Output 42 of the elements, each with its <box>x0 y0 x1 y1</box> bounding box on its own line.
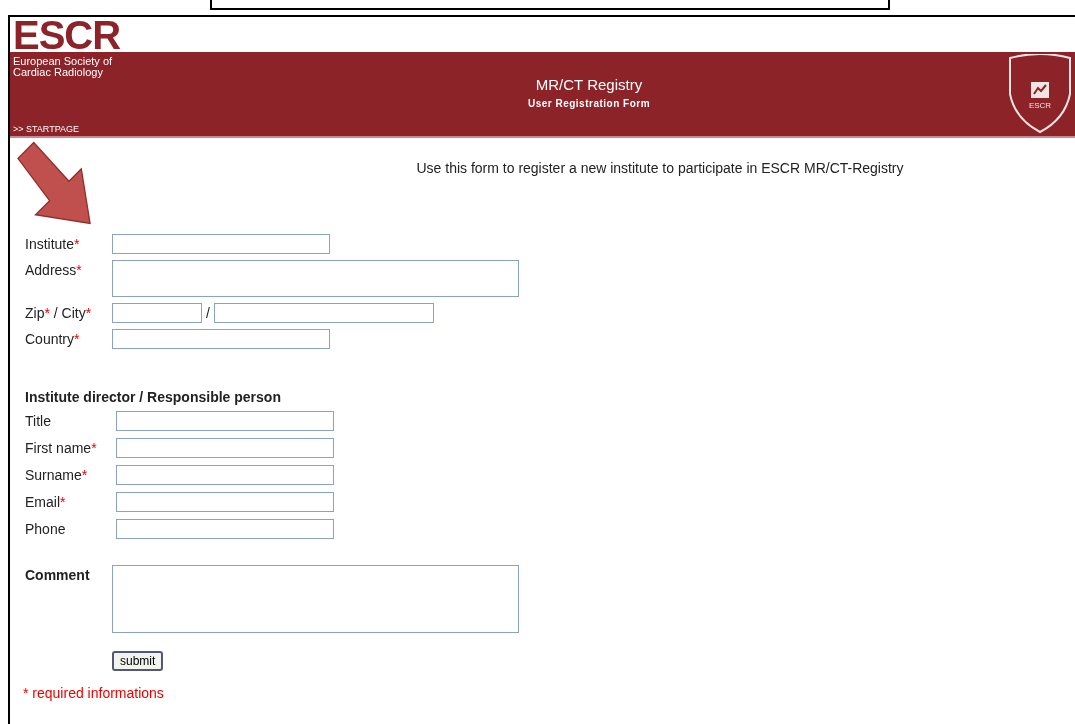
intro-text: Use this form to register a new institute to participate in ESCR MR/CT-Registry <box>415 160 905 176</box>
section-heading: Institute director / Responsible person <box>25 389 282 405</box>
required-asterisk: * <box>81 467 88 483</box>
required-asterisk: * <box>76 262 82 278</box>
field-label: First name <box>25 440 92 456</box>
society-name: European Society of Cardiac Radiology <box>13 56 114 78</box>
input-field[interactable] <box>116 411 334 431</box>
startpage-link[interactable]: >> STARTPAGE <box>13 124 313 134</box>
required-asterisk: * <box>91 440 97 456</box>
required-asterisk: * <box>74 236 80 252</box>
field-label: Title <box>25 413 51 429</box>
arrow-icon <box>14 139 94 227</box>
field-label: Surname <box>25 467 82 483</box>
input-field[interactable] <box>112 329 330 349</box>
separator-text: / <box>205 304 211 321</box>
badge-text: ESCR <box>1028 101 1052 110</box>
input-field[interactable] <box>112 303 202 323</box>
field-label: Country <box>25 331 75 347</box>
field-label: Phone <box>25 521 66 537</box>
input-field[interactable] <box>116 492 334 512</box>
required-asterisk: * <box>85 305 92 321</box>
field-label: Comment <box>25 566 91 583</box>
input-field[interactable] <box>116 438 334 458</box>
comment-area[interactable] <box>112 565 519 633</box>
required-asterisk: * <box>60 494 66 510</box>
input-field[interactable] <box>116 465 334 485</box>
field-label: City <box>61 305 86 321</box>
field-label: Email <box>25 494 60 510</box>
text-area[interactable] <box>112 260 519 297</box>
submit-button[interactable]: submit <box>112 651 164 671</box>
field-label: Institute <box>25 236 75 252</box>
required-asterisk: * <box>44 305 50 321</box>
form-subtitle: User Registration Form <box>526 98 652 109</box>
required-asterisk: * <box>74 331 80 347</box>
registry-title: MR/CT Registry <box>534 76 644 93</box>
input-field[interactable] <box>112 234 330 254</box>
input-field[interactable] <box>116 519 334 539</box>
field-label: Zip <box>25 305 45 321</box>
field-label: Address <box>25 262 77 278</box>
required-note: * required informations <box>23 685 165 701</box>
input-field[interactable] <box>214 303 434 323</box>
separator-text: / <box>52 305 59 321</box>
